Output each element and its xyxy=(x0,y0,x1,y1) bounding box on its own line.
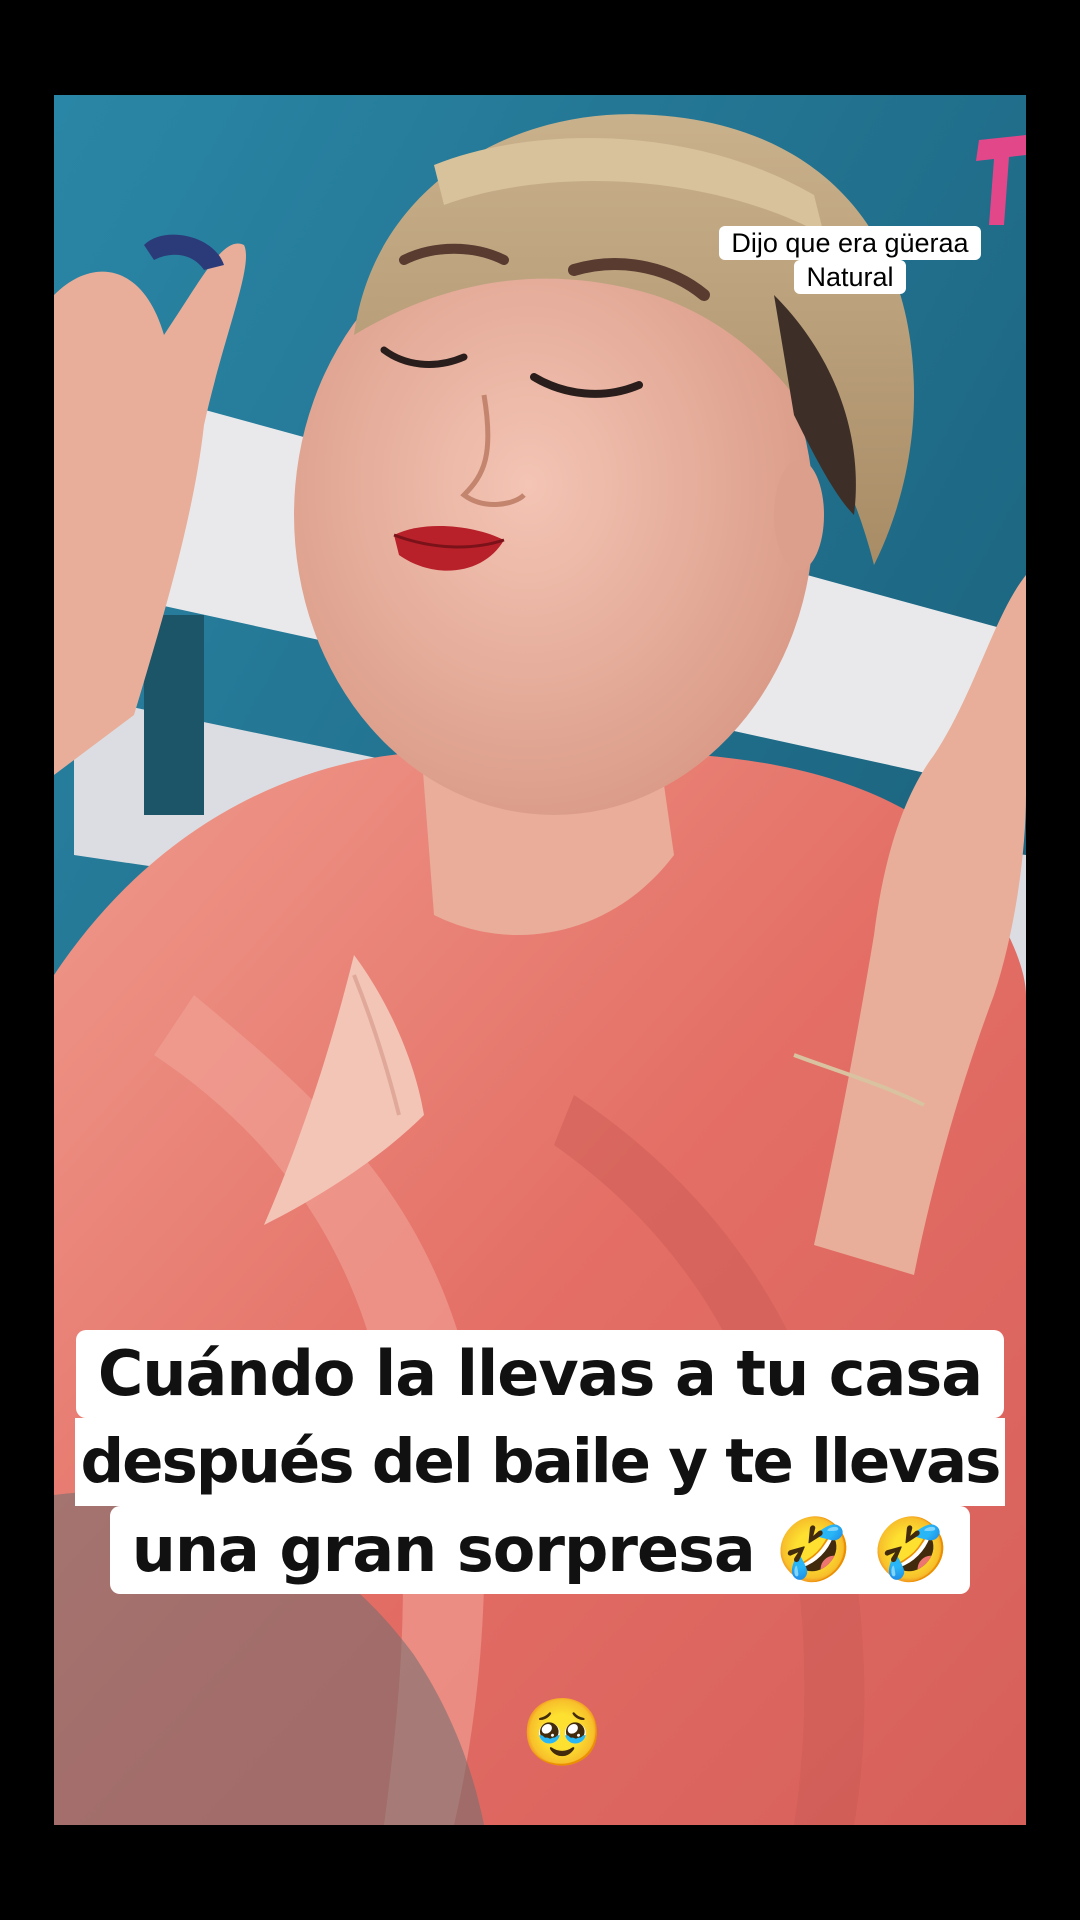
video-screen[interactable]: Dijo que era güeraa Natural Cuándo la ll… xyxy=(0,0,1080,1920)
top-right-caption: Dijo que era güeraa Natural xyxy=(700,226,1000,294)
main-caption-line: después del baile y te llevas xyxy=(74,1418,1006,1506)
top-caption-line: Natural xyxy=(794,260,906,294)
top-caption-line: Dijo que era güeraa xyxy=(719,226,981,260)
main-caption-line: Cuándo la llevas a tu casa xyxy=(75,1330,1005,1418)
pleading-face-emoji: 🥹 xyxy=(521,1694,604,1771)
main-caption: Cuándo la llevas a tu casa después del b… xyxy=(54,1330,1026,1594)
main-caption-line: una gran sorpresa 🤣 🤣 xyxy=(109,1506,971,1594)
